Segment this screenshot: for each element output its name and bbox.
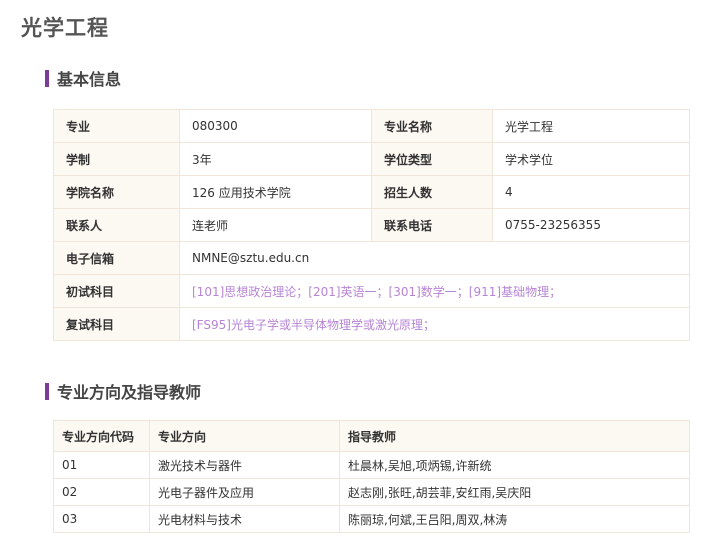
direction-code: 01 xyxy=(53,451,150,479)
table-row: 初试科目 [101]思想政治理论；[201]英语一；[301]数学一；[911]… xyxy=(53,274,690,308)
section-heading-basic-info: 基本信息 xyxy=(45,66,121,90)
directions-table: 专业方向代码 专业方向 指导教师 01 激光技术与器件 杜晨林,吴旭,项炳锡,许… xyxy=(53,420,690,533)
college-label: 学院名称 xyxy=(53,175,180,209)
direction-name: 激光技术与器件 xyxy=(149,451,340,479)
table-row: 学制 3年 学位类型 学术学位 xyxy=(53,142,690,176)
enrollment-label: 招生人数 xyxy=(371,175,493,209)
contact-value: 连老师 xyxy=(179,208,372,242)
direction-advisors: 赵志刚,张旺,胡芸菲,安红雨,吴庆阳 xyxy=(339,478,690,506)
section-title: 专业方向及指导教师 xyxy=(57,383,202,402)
phone-value: 0755-23256355 xyxy=(492,208,690,242)
table-row: 学院名称 126 应用技术学院 招生人数 4 xyxy=(53,175,690,209)
section-accent-bar xyxy=(45,382,49,400)
table-row: 电子信箱 NMNE@sztu.edu.cn xyxy=(53,241,690,275)
direction-advisors: 陈丽琼,何斌,王吕阳,周双,林涛 xyxy=(339,505,690,533)
table-row: 03 光电材料与技术 陈丽琼,何斌,王吕阳,周双,林涛 xyxy=(53,505,690,533)
section-title: 基本信息 xyxy=(57,70,122,89)
table-row: 专业 080300 专业名称 光学工程 xyxy=(53,109,690,143)
direction-code: 02 xyxy=(53,478,150,506)
column-header-advisors: 指导教师 xyxy=(339,420,690,452)
major-code-value: 080300 xyxy=(179,109,372,143)
degree-type-label: 学位类型 xyxy=(371,142,493,176)
column-header-code: 专业方向代码 xyxy=(53,420,150,452)
retest-subjects-label: 复试科目 xyxy=(53,307,180,341)
basic-info-table: 专业 080300 专业名称 光学工程 学制 3年 学位类型 学术学位 学院名称… xyxy=(53,109,690,341)
page-title: 光学工程 xyxy=(21,16,109,40)
duration-label: 学制 xyxy=(53,142,180,176)
duration-value: 3年 xyxy=(179,142,372,176)
prelim-subjects-value: [101]思想政治理论；[201]英语一；[301]数学一；[911]基础物理； xyxy=(179,274,690,308)
major-code-label: 专业 xyxy=(53,109,180,143)
major-name-value: 光学工程 xyxy=(492,109,690,143)
prelim-subjects-label: 初试科目 xyxy=(53,274,180,308)
contact-label: 联系人 xyxy=(53,208,180,242)
email-label: 电子信箱 xyxy=(53,241,180,275)
email-value: NMNE@sztu.edu.cn xyxy=(179,241,690,275)
table-header-row: 专业方向代码 专业方向 指导教师 xyxy=(53,420,690,452)
table-row: 02 光电子器件及应用 赵志刚,张旺,胡芸菲,安红雨,吴庆阳 xyxy=(53,478,690,506)
direction-advisors: 杜晨林,吴旭,项炳锡,许新统 xyxy=(339,451,690,479)
section-accent-bar xyxy=(45,69,49,87)
phone-label: 联系电话 xyxy=(371,208,493,242)
direction-name: 光电子器件及应用 xyxy=(149,478,340,506)
table-row: 01 激光技术与器件 杜晨林,吴旭,项炳锡,许新统 xyxy=(53,451,690,479)
major-name-label: 专业名称 xyxy=(371,109,493,143)
degree-type-value: 学术学位 xyxy=(492,142,690,176)
college-value: 126 应用技术学院 xyxy=(179,175,372,209)
table-row: 联系人 连老师 联系电话 0755-23256355 xyxy=(53,208,690,242)
section-heading-directions: 专业方向及指导教师 xyxy=(45,379,201,403)
direction-name: 光电材料与技术 xyxy=(149,505,340,533)
retest-subjects-value: [FS95]光电子学或半导体物理学或激光原理； xyxy=(179,307,690,341)
direction-code: 03 xyxy=(53,505,150,533)
table-row: 复试科目 [FS95]光电子学或半导体物理学或激光原理； xyxy=(53,307,690,341)
enrollment-value: 4 xyxy=(492,175,690,209)
column-header-direction: 专业方向 xyxy=(149,420,340,452)
